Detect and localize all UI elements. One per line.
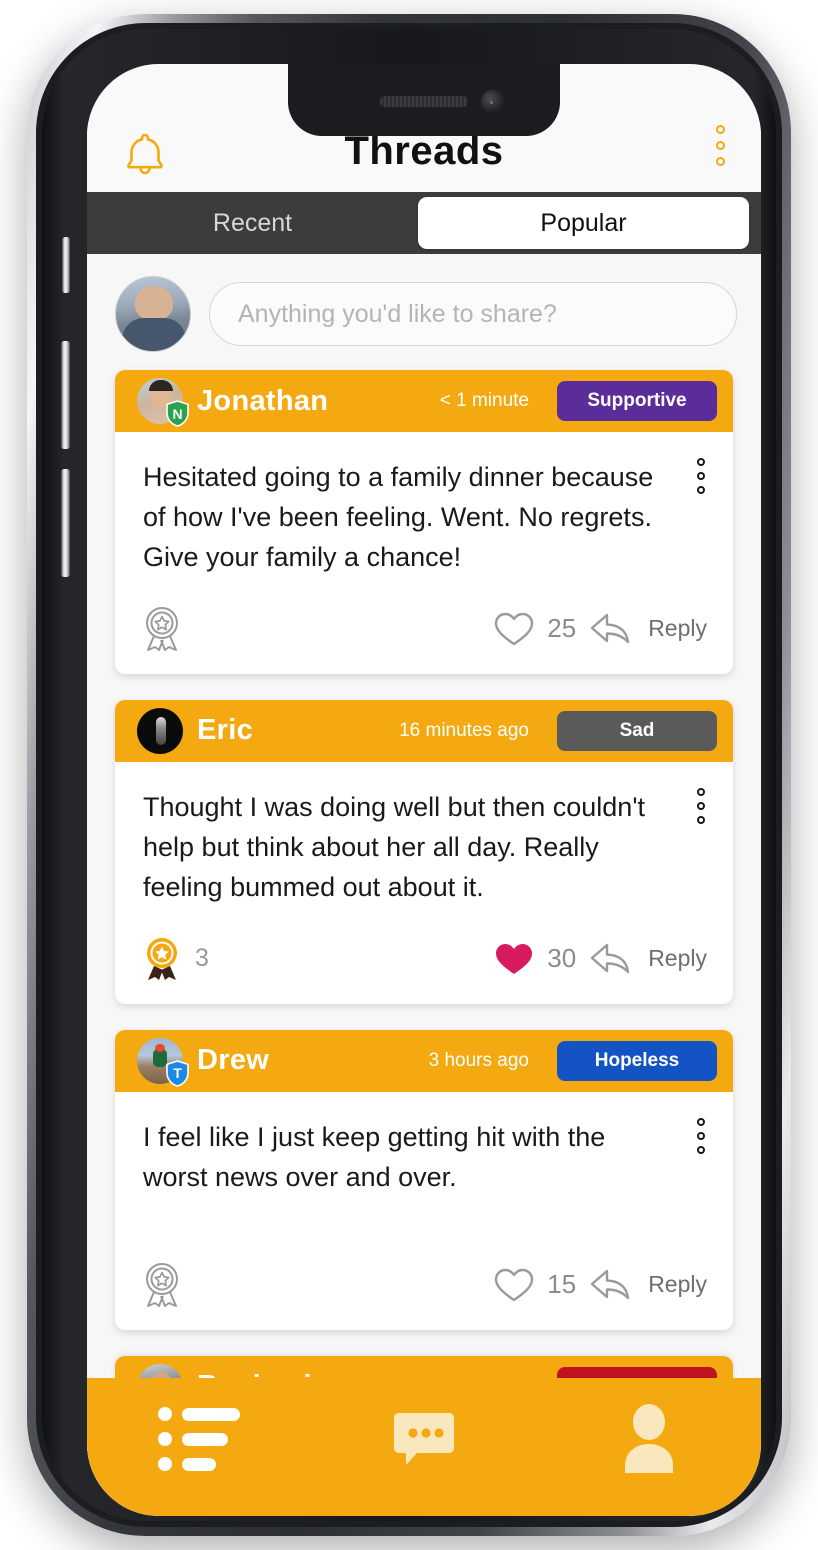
like-count: 30	[547, 943, 577, 974]
kebab-menu-icon[interactable]	[716, 125, 725, 166]
list-icon	[158, 1407, 241, 1471]
post-body: Hesitated going to a family dinner becau…	[115, 432, 733, 596]
avatar[interactable]: N	[137, 378, 189, 427]
award-icon[interactable]: 3	[141, 936, 209, 982]
reply-icon[interactable]	[588, 1266, 634, 1304]
post-actions: 15 Reply	[493, 1266, 707, 1304]
shield-letter: T	[173, 1065, 182, 1082]
post-author-name: Eric	[197, 714, 254, 747]
phone-screen: Threads Recent Popular Anything you'd li…	[87, 64, 761, 1516]
volume-up-button[interactable]	[61, 341, 70, 449]
nav-threads-button[interactable]	[139, 1396, 259, 1482]
status-badge[interactable]: Supportive	[557, 381, 717, 421]
reply-label[interactable]: Reply	[648, 1271, 707, 1298]
post-options-icon[interactable]	[697, 458, 705, 494]
bottom-navigation	[87, 1378, 761, 1516]
award-icon[interactable]	[141, 1262, 195, 1308]
post-body: Thought I was doing well but then couldn…	[115, 762, 733, 926]
post-options-icon[interactable]	[697, 787, 705, 824]
screenshot-stage: Threads Recent Popular Anything you'd li…	[0, 0, 818, 1550]
post-header: Eric 16 minutes ago Sad	[115, 699, 733, 762]
heart-icon[interactable]	[493, 1266, 535, 1304]
post-card[interactable]: N Jonathan < 1 minute Supportive Hesitat…	[115, 370, 733, 674]
post-author-name: Drew	[197, 1044, 270, 1077]
post-author-name: Jonathan	[197, 384, 329, 417]
status-badge[interactable]: Hopeless	[557, 1040, 717, 1081]
composer-row: Anything you'd like to share?	[87, 254, 761, 370]
reply-label[interactable]: Reply	[648, 615, 707, 642]
post-actions: 30 Reply	[493, 940, 707, 978]
nav-profile-button[interactable]	[589, 1396, 709, 1482]
heart-icon[interactable]	[493, 940, 535, 978]
post-text: Thought I was doing well but then couldn…	[143, 791, 645, 902]
avatar[interactable]	[137, 707, 183, 754]
post-card[interactable]: T Drew 3 hours ago Hopeless I feel like …	[115, 1029, 733, 1330]
verified-shield-icon: N	[165, 400, 190, 427]
post-timestamp: 16 minutes ago	[399, 719, 529, 741]
tab-popular[interactable]: Popular	[418, 197, 749, 249]
post-footer: 3 30 Reply	[115, 926, 733, 1004]
like-count: 25	[547, 613, 577, 644]
reply-label[interactable]: Reply	[648, 945, 707, 972]
avatar[interactable]: T	[137, 1037, 189, 1087]
bell-icon[interactable]	[119, 128, 171, 180]
like-count: 15	[547, 1269, 577, 1300]
phone-notch	[288, 64, 560, 136]
tab-bar: Recent Popular	[87, 192, 761, 254]
post-actions: 25 Reply	[493, 610, 707, 648]
reply-icon[interactable]	[588, 940, 634, 978]
post-card[interactable]: Eric 16 minutes ago Sad Thought I was do…	[115, 699, 733, 1004]
post-header: N Jonathan < 1 minute Supportive	[115, 370, 733, 432]
phone-inner-bezel: Threads Recent Popular Anything you'd li…	[42, 29, 776, 1521]
shield-letter: N	[172, 405, 183, 422]
heart-icon[interactable]	[493, 610, 535, 648]
tab-recent[interactable]: Recent	[87, 192, 418, 254]
nav-messages-button[interactable]	[364, 1396, 484, 1482]
status-badge[interactable]: Sad	[557, 710, 717, 751]
post-footer: 25 Reply	[115, 596, 733, 674]
person-icon	[624, 1404, 673, 1473]
post-text: Hesitated going to a family dinner becau…	[143, 462, 654, 572]
phone-bezel: Threads Recent Popular Anything you'd li…	[36, 23, 782, 1527]
verified-shield-icon: T	[165, 1059, 190, 1087]
award-count: 3	[195, 944, 209, 973]
post-footer: 15 Reply	[115, 1252, 733, 1330]
reply-icon[interactable]	[588, 610, 634, 648]
post-timestamp: < 1 minute	[439, 390, 529, 411]
silent-switch[interactable]	[62, 237, 70, 293]
post-body: I feel like I just keep getting hit with…	[115, 1092, 733, 1252]
chat-bubble-icon	[393, 1413, 454, 1465]
post-timestamp: 3 hours ago	[428, 1049, 529, 1071]
front-camera	[481, 90, 504, 113]
post-options-icon[interactable]	[697, 1117, 705, 1154]
earpiece-speaker	[380, 96, 468, 107]
share-input[interactable]: Anything you'd like to share?	[209, 282, 737, 346]
avatar[interactable]	[115, 276, 191, 352]
award-icon[interactable]	[141, 606, 195, 652]
post-text: I feel like I just keep getting hit with…	[143, 1121, 606, 1192]
feed: Anything you'd like to share? N Jonathan…	[87, 254, 761, 1516]
volume-down-button[interactable]	[61, 469, 70, 577]
post-header: T Drew 3 hours ago Hopeless	[115, 1029, 733, 1092]
phone-frame: Threads Recent Popular Anything you'd li…	[27, 14, 791, 1536]
